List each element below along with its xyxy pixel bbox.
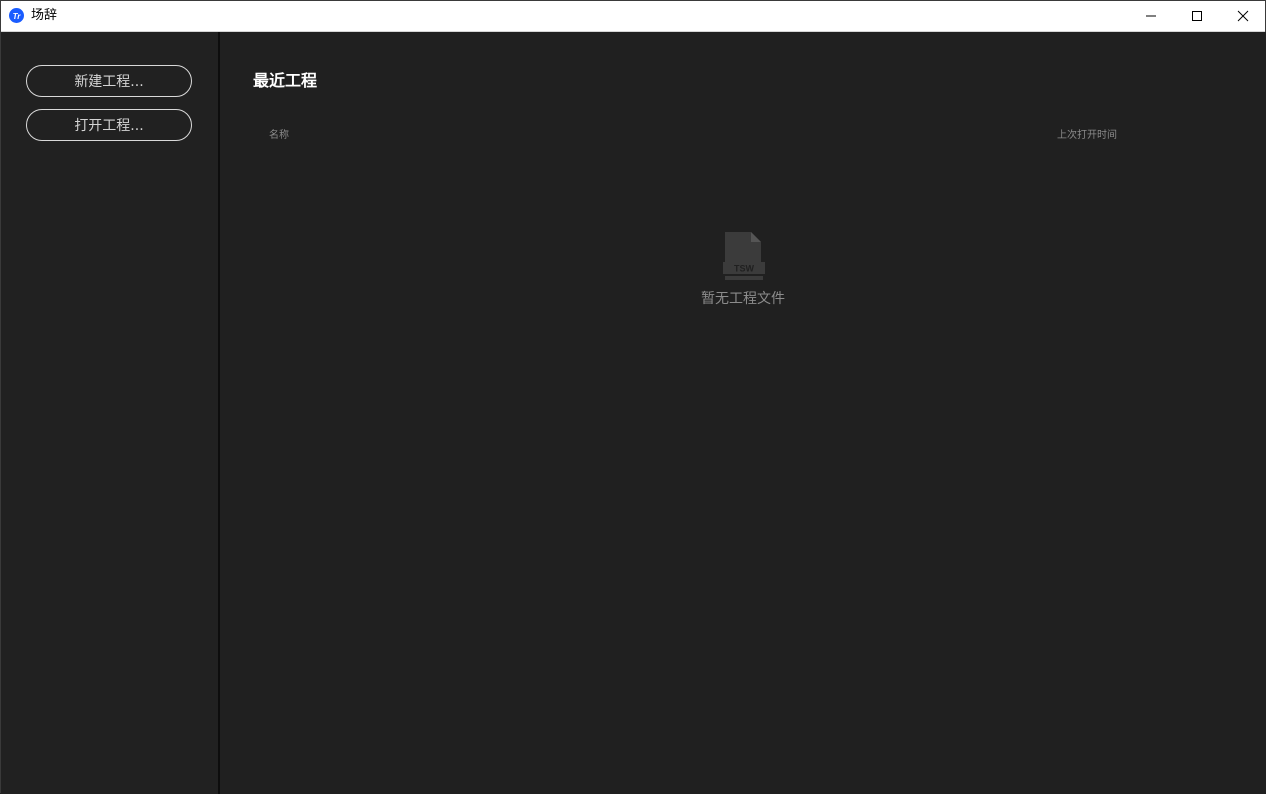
- main-panel: 最近工程 名称 上次打开时间 TSW 暂无工程文件: [220, 32, 1266, 794]
- column-header-name[interactable]: 名称: [269, 126, 289, 141]
- app-logo-icon: Tr: [9, 8, 24, 23]
- maximize-icon: [1192, 11, 1202, 21]
- empty-file-icon: TSW: [723, 232, 765, 280]
- empty-file-icon-label: TSW: [734, 264, 755, 274]
- recent-projects-title: 最近工程: [253, 71, 318, 90]
- sidebar: 新建工程... 打开工程...: [1, 32, 220, 794]
- app-window: Tr 场辞 新建工程... 打开工程... 最近工程 名称 上次打开时间 TSW…: [0, 0, 1266, 794]
- maximize-button[interactable]: [1174, 1, 1220, 31]
- svg-text:Tr: Tr: [13, 12, 22, 21]
- open-project-button[interactable]: 打开工程...: [26, 109, 192, 141]
- close-icon: [1237, 10, 1249, 22]
- minimize-button[interactable]: [1128, 1, 1174, 31]
- column-header-last-opened[interactable]: 上次打开时间: [1057, 126, 1117, 141]
- close-button[interactable]: [1220, 1, 1266, 31]
- minimize-icon: [1146, 15, 1156, 17]
- window-title: 场辞: [31, 8, 58, 23]
- title-bar[interactable]: Tr 场辞: [1, 1, 1265, 32]
- empty-state-message: 暂无工程文件: [701, 291, 785, 307]
- new-project-button[interactable]: 新建工程...: [26, 65, 192, 97]
